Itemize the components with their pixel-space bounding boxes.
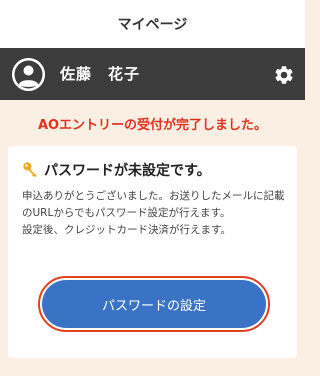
card-title: パスワードが未設定です。 [44,163,211,179]
button-highlight-ring: パスワードの設定 [38,276,270,332]
password-card: パスワードが未設定です。 申込ありがとうございました。お送りしたメールに記載のU… [8,146,297,358]
user-bar: 佐藤 花子 [0,48,305,100]
card-body: 申込ありがとうございました。お送りしたメールに記載のURLからでもパスワード設定… [22,188,290,239]
gear-icon[interactable] [273,64,295,86]
user-name: 佐藤 花子 [60,65,141,83]
password-setup-button[interactable]: パスワードの設定 [42,280,266,328]
card-body-line-2: 設定後、クレジットカード決済が行えます。 [22,224,231,236]
notice-text: AOエントリーの受付が完了しました。 [37,117,268,133]
completion-notice: AOエントリーの受付が完了しました。 [0,100,305,146]
user-avatar-icon[interactable] [12,58,45,91]
card-heading: パスワードが未設定です。 [22,160,211,180]
card-body-line-1: 申込ありがとうございました。お送りしたメールに記載のURLからでもパスワード設定… [22,190,285,219]
top-header: マイページ [0,0,305,48]
page-title: マイページ [117,17,188,33]
key-icon [23,162,37,178]
